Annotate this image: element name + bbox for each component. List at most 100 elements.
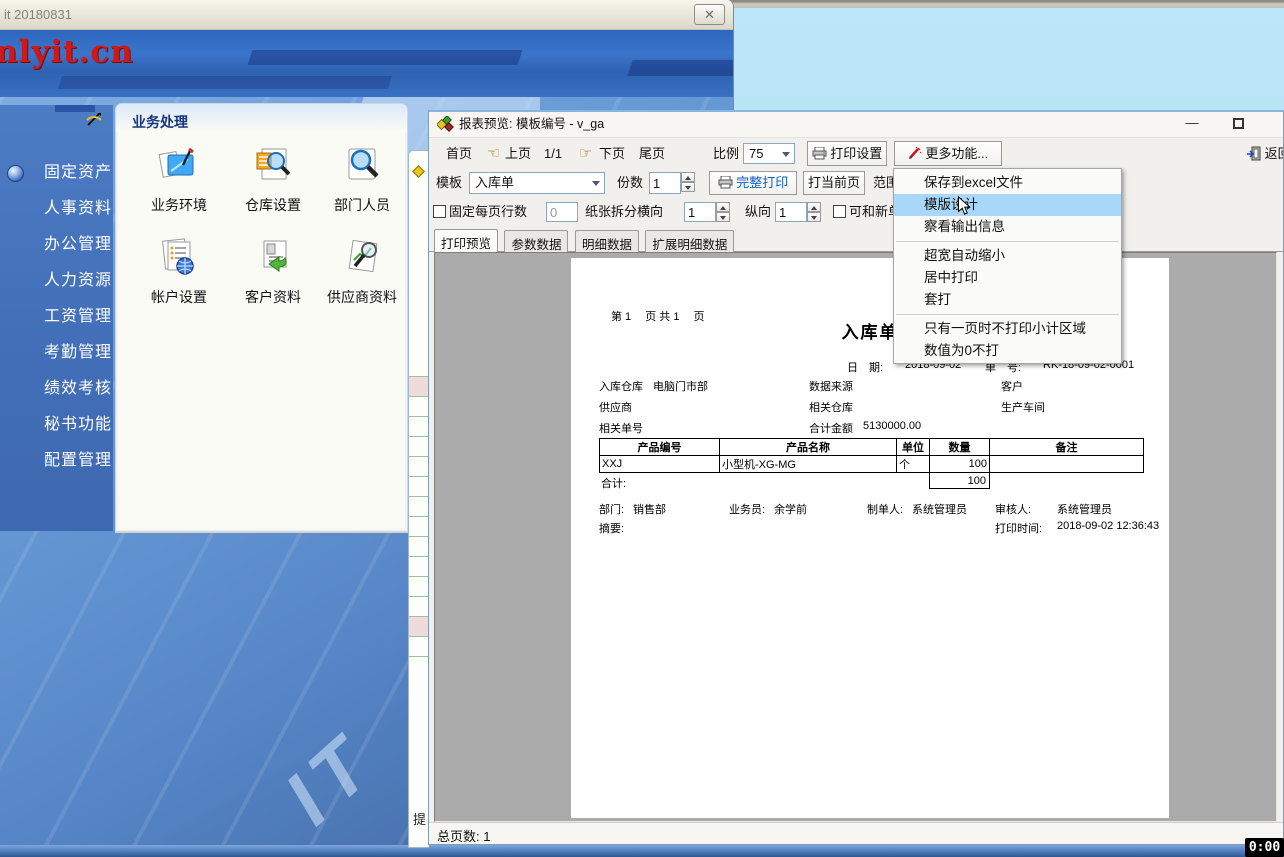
- auditor-label: 审核人:: [995, 501, 1031, 517]
- info-value: 电脑门市部: [653, 378, 708, 394]
- scale-select[interactable]: 75: [743, 143, 795, 164]
- copies-label: 份数: [617, 169, 643, 197]
- print-current-page-button[interactable]: 打当前页: [803, 171, 865, 195]
- main-window-titlebar: it 20180831 ✕: [0, 0, 733, 30]
- sidebar-item-attendance[interactable]: 考勤管理: [0, 335, 113, 371]
- close-icon[interactable]: ✕: [694, 4, 725, 25]
- supplier-data-icon: [341, 236, 383, 278]
- return-button[interactable]: 返回: [1247, 142, 1284, 166]
- fixed-rows-input[interactable]: [546, 202, 578, 222]
- menu-item-view-output-info[interactable]: 察看输出信息: [894, 216, 1121, 238]
- print-preview-area: 第 1 页 共 1 页 入库单 日 期: 2018-09-02 单 号: RK-…: [434, 252, 1277, 822]
- exit-door-icon: [1247, 146, 1261, 161]
- table-row: XXJ 小型机-XG-MG 个 100: [600, 456, 1144, 473]
- next-page-button[interactable]: 下页: [599, 138, 625, 170]
- first-page-button[interactable]: 首页: [446, 138, 472, 170]
- window-diamond-icon: [412, 165, 425, 178]
- panel-item-customer-data[interactable]: 客户资料: [225, 236, 321, 307]
- col-product-code: 产品编号: [600, 439, 720, 456]
- pushpin-icon[interactable]: [85, 111, 103, 129]
- total-label: 合计:: [601, 475, 626, 491]
- panel-item-label: 部门人员: [314, 195, 408, 215]
- warehouse-setup-icon: [252, 144, 294, 186]
- printer-icon: [718, 176, 733, 189]
- col-product-name: 产品名称: [720, 439, 897, 456]
- more-functions-button[interactable]: 更多功能...: [894, 141, 1002, 166]
- panel-item-warehouse-setup[interactable]: 仓库设置: [225, 144, 321, 215]
- sidebar-item-configuration[interactable]: 配置管理: [0, 443, 113, 479]
- menu-item-zero-not-printed[interactable]: 数值为0不打: [894, 340, 1121, 362]
- info-label: 入库仓库: [599, 378, 643, 394]
- summary-label: 摘要:: [599, 520, 624, 536]
- chevron-down-icon: [782, 152, 790, 157]
- merge-checkbox[interactable]: [833, 205, 846, 218]
- banner-streak: [627, 60, 733, 76]
- split-vertical-stepper[interactable]: [807, 202, 821, 222]
- auditor-value: 系统管理员: [1057, 501, 1112, 517]
- maker-value: 系统管理员: [912, 501, 967, 517]
- panel-item-label: 仓库设置: [225, 195, 321, 215]
- menu-item-skip-subtotal-single-page[interactable]: 只有一页时不打印小计区域: [894, 318, 1121, 340]
- prev-hand-icon: ☜: [487, 138, 500, 170]
- template-select[interactable]: 入库单: [469, 172, 605, 194]
- full-print-button[interactable]: 完整打印: [709, 171, 797, 195]
- sidebar-item-office-mgmt[interactable]: 办公管理: [0, 227, 113, 263]
- menu-item-template-design[interactable]: 模版设计: [894, 194, 1121, 216]
- minimize-icon[interactable]: —: [1179, 114, 1205, 134]
- menu-item-auto-shrink-wide[interactable]: 超宽自动缩小: [894, 245, 1121, 267]
- info-label: 相关仓库: [809, 399, 853, 415]
- copies-stepper[interactable]: [681, 172, 695, 192]
- last-page-button[interactable]: 尾页: [639, 138, 665, 170]
- split-horizontal-stepper[interactable]: [716, 202, 730, 222]
- cell-product-name: 小型机-XG-MG: [720, 456, 897, 473]
- menu-separator: [896, 314, 1119, 315]
- print-time-value: 2018-09-02 12:36:43: [1057, 520, 1159, 532]
- banner-streak: [248, 50, 523, 65]
- info-label: 合计金额: [809, 420, 853, 436]
- menu-item-overlay-print[interactable]: 套打: [894, 289, 1121, 311]
- background-watermark: IT: [267, 715, 394, 842]
- template-label: 模板: [436, 169, 462, 197]
- sidebar-item-fixed-assets[interactable]: 固定资产: [0, 155, 113, 191]
- total-quantity: 100: [929, 472, 990, 489]
- panel-item-supplier-data[interactable]: 供应商资料: [314, 236, 408, 307]
- sidebar-item-secretary[interactable]: 秘书功能: [0, 407, 113, 443]
- cell-unit: 个: [897, 456, 930, 473]
- panel-item-business-env[interactable]: 业务环境: [131, 144, 227, 215]
- dept-staff-icon: [341, 144, 383, 186]
- desktop-bottom-strip: [0, 845, 1284, 857]
- grid-row-highlight: [409, 377, 429, 396]
- menu-item-center-print[interactable]: 居中打印: [894, 267, 1121, 289]
- prev-page-button[interactable]: 上页: [505, 138, 531, 170]
- fixed-rows-checkbox[interactable]: [433, 205, 446, 218]
- col-quantity: 数量: [930, 439, 990, 456]
- split-vertical-input[interactable]: [775, 202, 807, 222]
- scale-label: 比例: [713, 138, 739, 170]
- cell-product-code: XXJ: [600, 456, 720, 473]
- info-label: 供应商: [599, 399, 632, 415]
- printer-icon: [812, 147, 827, 160]
- maximize-icon[interactable]: [1225, 114, 1251, 134]
- info-label: 相关单号: [599, 420, 643, 436]
- cell-quantity: 100: [930, 456, 990, 473]
- sidebar-item-hr-records[interactable]: 人事资料: [0, 191, 113, 227]
- print-settings-button[interactable]: 打印设置: [807, 141, 887, 166]
- menu-item-save-to-excel[interactable]: 保存到excel文件: [894, 172, 1121, 194]
- clerk-value: 余学前: [774, 501, 807, 517]
- panel-item-dept-staff[interactable]: 部门人员: [314, 144, 408, 215]
- sidebar-item-payroll[interactable]: 工资管理: [0, 299, 113, 335]
- sidebar-item-performance[interactable]: 绩效考核: [0, 371, 113, 407]
- main-window-title: it 20180831: [4, 7, 72, 22]
- fixed-rows-label: 固定每页行数: [449, 198, 527, 226]
- panel-item-label: 业务环境: [131, 195, 227, 215]
- total-pages-status: 总页数: 1: [437, 826, 490, 845]
- business-env-icon: [158, 144, 200, 186]
- report-toolbar-paging: 固定每页行数 纸张拆分横向 纵向 可和新单据合打: [429, 198, 1283, 226]
- copies-input[interactable]: [649, 172, 681, 194]
- business-panel-window: 业务处理 业务环境: [115, 103, 408, 533]
- sidebar-item-human-resource[interactable]: 人力资源: [0, 263, 113, 299]
- report-tabs: 打印预览 参数数据 明细数据 扩展明细数据: [429, 226, 1283, 252]
- panel-item-account-setup[interactable]: 帐户设置: [131, 236, 227, 307]
- panel-item-label: 客户资料: [225, 287, 321, 307]
- split-horizontal-input[interactable]: [684, 202, 716, 222]
